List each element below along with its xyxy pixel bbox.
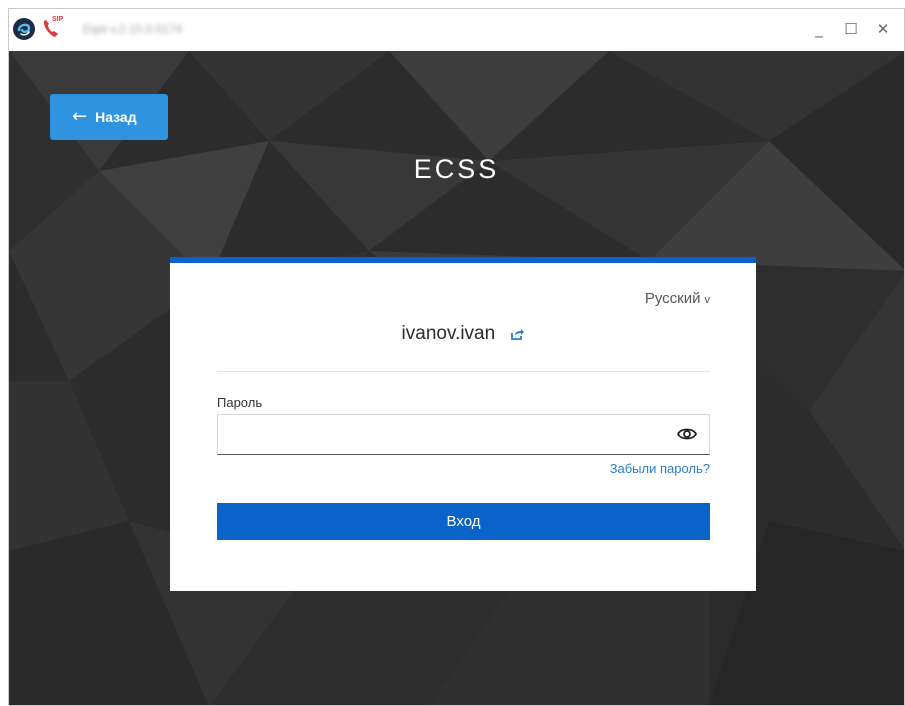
window-title: Eqst v.2.15.0.0174 xyxy=(83,22,183,36)
close-button[interactable]: ✕ xyxy=(871,17,895,41)
brand-title: ECSS xyxy=(413,154,500,184)
username: ivanov.ivan xyxy=(401,323,496,344)
username-row: ivanov.ivan xyxy=(170,323,756,347)
sip-badge: SIP xyxy=(52,16,64,23)
login-card: Русский v ivanov.ivan Пароль Забыли паро… xyxy=(170,257,756,591)
back-button[interactable]: ← Назад xyxy=(50,94,168,140)
forgot-password-link[interactable]: Забыли пароль? xyxy=(610,461,710,476)
maximize-button[interactable]: ☐ xyxy=(839,17,863,41)
password-field-wrapper xyxy=(217,414,710,455)
app-window: SIP Eqst v.2.15.0.0174 _ ☐ ✕ ← Назад ECS… xyxy=(8,8,905,706)
login-stage: ← Назад ECSS Русский v ivanov.ivan Пароль xyxy=(9,51,904,705)
divider xyxy=(217,371,710,372)
sip-phone-icon: SIP xyxy=(41,16,67,41)
app-logo-icon xyxy=(13,18,35,40)
chevron-down-icon: v xyxy=(704,294,711,306)
language-selector[interactable]: Русский v xyxy=(645,290,710,307)
eye-icon[interactable] xyxy=(676,426,698,447)
arrow-left-icon: ← xyxy=(72,106,88,127)
minimize-button[interactable]: _ xyxy=(807,17,831,41)
title-bar: SIP Eqst v.2.15.0.0174 _ ☐ ✕ xyxy=(9,9,904,51)
back-button-label: Назад xyxy=(95,109,137,125)
password-label: Пароль xyxy=(217,395,263,410)
password-input[interactable] xyxy=(218,415,678,453)
login-button[interactable]: Вход xyxy=(217,503,710,540)
language-label: Русский xyxy=(644,290,701,307)
edit-user-icon[interactable] xyxy=(510,325,525,347)
